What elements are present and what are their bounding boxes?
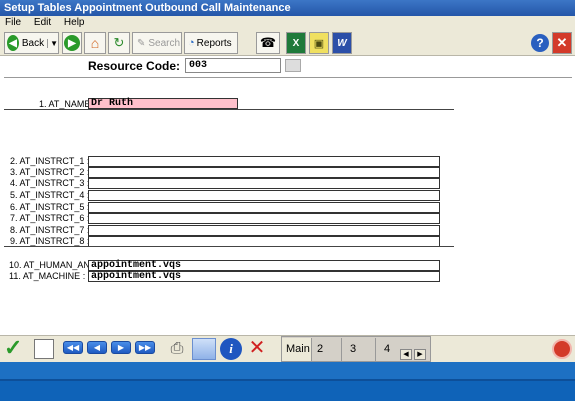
at-instrct-1-label: 2. AT_INSTRCT_1 :	[10, 156, 90, 166]
at-instrct-8-label: 9. AT_INSTRCT_8 :	[10, 236, 90, 246]
at-instrct-5-label: 6. AT_INSTRCT_5 :	[10, 202, 90, 212]
forward-button[interactable]: ▶	[62, 32, 82, 54]
help-button[interactable]: ?	[530, 32, 550, 54]
word-button[interactable]: W	[332, 32, 352, 54]
prev-record-button[interactable]: ◀	[87, 341, 107, 354]
at-instrct-1-field[interactable]	[88, 156, 440, 167]
refresh-icon: ↻	[113, 35, 125, 50]
at-machine-label: 11. AT_MACHINE :	[9, 271, 86, 281]
print-icon[interactable]: ⎙	[166, 338, 188, 360]
word-icon: W	[337, 37, 347, 49]
help-icon: ?	[531, 34, 549, 52]
close-button[interactable]: ✕	[552, 32, 572, 54]
refresh-button[interactable]: ↻	[108, 32, 130, 54]
divider	[4, 246, 454, 247]
menu-bar: File Edit Help	[0, 16, 575, 30]
menu-edit[interactable]: Edit	[29, 16, 56, 30]
fax-icon: ☎	[259, 35, 277, 50]
close-icon: ✕	[556, 35, 568, 50]
checkmark-icon[interactable]: ✓	[4, 337, 22, 359]
tab-scroll-right-icon[interactable]: ▶	[414, 349, 426, 360]
excel-icon: X	[292, 37, 300, 49]
resource-code-field[interactable]: 003	[185, 58, 281, 73]
tab-3[interactable]: 3	[346, 338, 376, 361]
at-instrct-2-field[interactable]	[88, 167, 440, 178]
export-icon: ▣	[313, 37, 325, 50]
info-icon[interactable]: i	[220, 338, 242, 360]
tab-2[interactable]: 2	[313, 338, 342, 361]
at-instrct-3-field[interactable]	[88, 178, 440, 189]
delete-icon[interactable]: ✕	[246, 337, 268, 359]
exit-icon[interactable]	[552, 339, 572, 359]
at-instrct-5-field[interactable]	[88, 202, 440, 213]
back-dropdown-icon[interactable]: ▼	[47, 38, 58, 48]
at-machine-field[interactable]: appointment.vqs	[88, 271, 440, 282]
action-bar: ✓ ◀◀ ◀ ▶ ▶▶ ⎙ i ✕ Main 2 3 4 ◀ ▶	[0, 335, 575, 362]
window-title: Setup Tables Appointment Outbound Call M…	[0, 0, 575, 16]
home-icon: ⌂	[90, 35, 100, 51]
form-area: Resource Code: 003 1. AT_NAME : Dr Ruth …	[0, 56, 575, 335]
export-button[interactable]: ▣	[309, 32, 329, 54]
at-name-label: 1. AT_NAME :	[39, 99, 96, 109]
windows-icon[interactable]	[192, 338, 216, 360]
first-icon: ◀◀	[66, 343, 80, 352]
at-instrct-6-label: 7. AT_INSTRCT_6 :	[10, 213, 90, 223]
status-bar	[0, 362, 575, 401]
tab-4[interactable]: 4	[380, 338, 396, 361]
search-button[interactable]: ✎ Search	[132, 32, 182, 54]
resource-lookup-button[interactable]	[285, 59, 301, 72]
next-icon: ▶	[117, 343, 125, 352]
last-record-button[interactable]: ▶▶	[135, 341, 155, 354]
at-instrct-4-label: 5. AT_INSTRCT_4 :	[10, 190, 90, 200]
at-human-ans-field[interactable]: appointment.vqs	[88, 260, 440, 271]
divider	[4, 77, 572, 78]
reports-icon: ◔	[188, 37, 195, 49]
at-instrct-4-field[interactable]	[88, 190, 440, 201]
at-instrct-7-label: 8. AT_INSTRCT_7 :	[10, 225, 90, 235]
reports-label: Reports	[196, 37, 232, 49]
resource-code-label: Resource Code:	[88, 59, 181, 73]
toolbar: ◀ Back ▼ ▶ ⌂ ↻ ✎ Search ◔ Reports ☎ X ▣ …	[0, 30, 575, 56]
tab-main[interactable]: Main	[282, 338, 312, 361]
tab-scroll-left-icon[interactable]: ◀	[400, 349, 412, 360]
at-instrct-7-field[interactable]	[88, 225, 440, 236]
menu-help[interactable]: Help	[59, 16, 90, 30]
back-arrow-icon: ◀	[7, 35, 19, 51]
at-instrct-6-field[interactable]	[88, 213, 440, 224]
back-button[interactable]: ◀ Back ▼	[4, 32, 59, 54]
status-panel	[0, 381, 575, 401]
at-instrct-2-label: 3. AT_INSTRCT_2 :	[10, 167, 90, 177]
divider	[4, 109, 454, 110]
fax-button[interactable]: ☎	[256, 32, 280, 54]
menu-file[interactable]: File	[0, 16, 26, 30]
home-button[interactable]: ⌂	[84, 32, 106, 54]
at-name-field[interactable]: Dr Ruth	[88, 98, 238, 109]
select-checkbox[interactable]	[34, 339, 54, 359]
search-icon: ✎	[137, 37, 146, 49]
next-record-button[interactable]: ▶	[111, 341, 131, 354]
forward-arrow-icon: ▶	[64, 35, 80, 51]
excel-button[interactable]: X	[286, 32, 306, 54]
at-instrct-3-label: 4. AT_INSTRCT_3 :	[10, 178, 90, 188]
last-icon: ▶▶	[138, 343, 152, 352]
first-record-button[interactable]: ◀◀	[63, 341, 83, 354]
reports-button[interactable]: ◔ Reports	[184, 32, 238, 54]
back-label: Back	[21, 37, 45, 49]
prev-icon: ◀	[93, 343, 101, 352]
search-label: Search	[148, 37, 181, 49]
